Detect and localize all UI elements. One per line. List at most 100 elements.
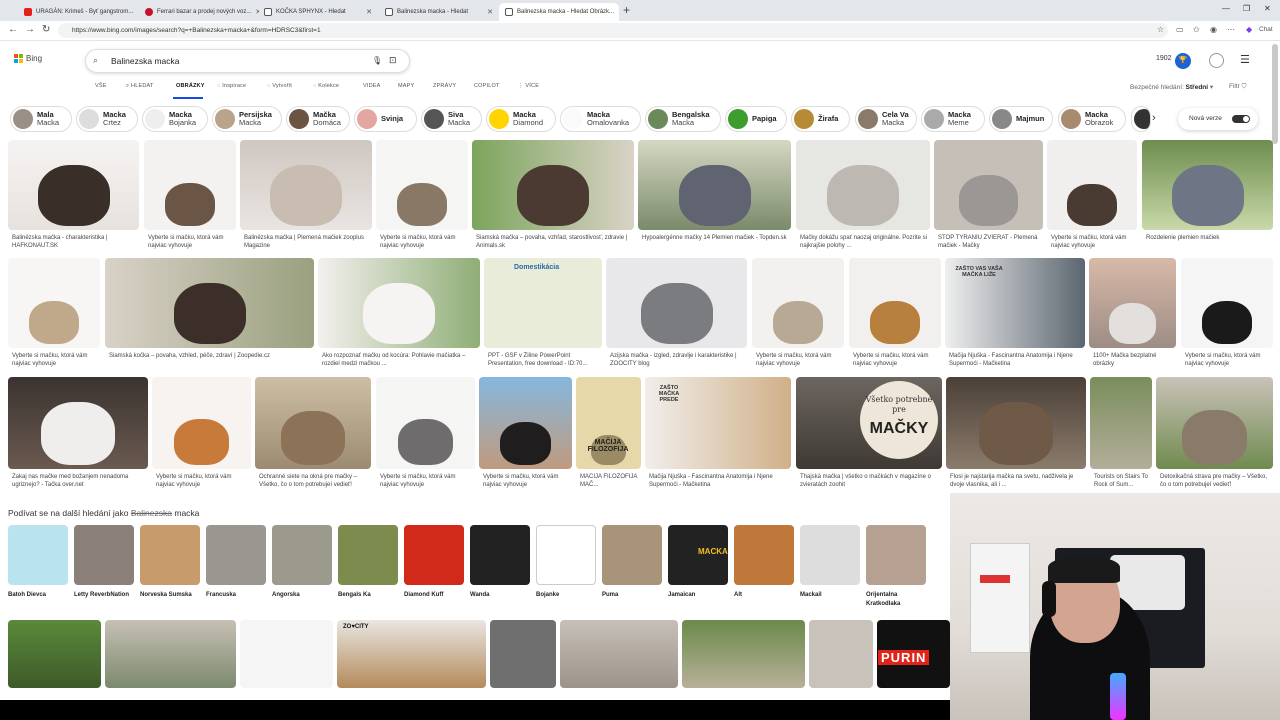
image-result[interactable]: ZO♥CITY xyxy=(606,258,747,278)
tab-maps[interactable]: MAPY xyxy=(398,83,414,89)
chat-button[interactable]: Chat xyxy=(1259,26,1273,33)
related-search-item[interactable]: Wanda xyxy=(470,525,530,600)
image-result[interactable]: Vyberte si mačku, ktorá vám najviac vyho… xyxy=(1181,258,1273,368)
image-result[interactable]: Zakaj nas mačke med božanjem nenadoma ug… xyxy=(8,377,148,489)
related-chip[interactable]: Macka Meme xyxy=(921,106,985,132)
image-result[interactable]: Mačky dokážu spať naozaj originálne. Poz… xyxy=(796,140,930,250)
tab-videos[interactable]: VIDEA xyxy=(363,83,381,89)
chevron-right-icon[interactable]: › xyxy=(1152,112,1156,124)
image-result[interactable]: Tourists on Stairs To Rock of Sum... xyxy=(1090,377,1152,489)
image-result[interactable]: Balinézska mačka | Plemená mačiek zooplu… xyxy=(240,140,372,250)
rewards-count[interactable]: 1902 xyxy=(1156,55,1172,62)
bing-logo[interactable]: Bing xyxy=(14,54,42,63)
image-result[interactable] xyxy=(337,620,486,688)
tab-all[interactable]: VŠE xyxy=(95,83,107,89)
tab-2[interactable]: Ferrari bazar a prodej nových voz... ✕ xyxy=(139,3,259,21)
image-result[interactable]: Vyberte si mačku, ktorá vám najviac vyho… xyxy=(479,377,572,489)
related-chip[interactable]: Mala Macka xyxy=(10,106,72,132)
image-result[interactable]: Balinézska mačka - charakteristika | HAF… xyxy=(8,140,139,250)
safe-search[interactable]: Bezpečné hledání: Střední ▾ xyxy=(1130,83,1213,91)
close-icon[interactable]: ✕ xyxy=(137,8,138,16)
related-chip[interactable]: Siva Macka xyxy=(421,106,482,132)
image-result[interactable]: Siamská kočka – povaha, vzhled, péče, zd… xyxy=(105,258,314,368)
tab-3[interactable]: KOČKA SPHYNX - Hledat ✕ xyxy=(258,3,378,21)
related-chip[interactable]: Mačka Domáca xyxy=(286,106,350,132)
image-result[interactable]: Vyberte si mačku, ktorá vám najviac vyho… xyxy=(752,258,844,368)
split-view-icon[interactable]: ▭ xyxy=(1176,25,1184,34)
tab-4[interactable]: Balinezska macka - Hledat ✕ xyxy=(379,3,499,21)
image-result[interactable]: Vyberte si mačku, ktorá vám najviac vyho… xyxy=(376,140,468,250)
tab-create[interactable]: ◌ Vytvořit xyxy=(267,83,292,89)
image-result[interactable]: Vyberte si mačku, ktorá vám najviac vyho… xyxy=(376,377,475,489)
microphone-icon[interactable]: 🎙 xyxy=(372,56,382,65)
image-result[interactable] xyxy=(240,620,333,688)
related-chip[interactable]: Macka Omalovanka xyxy=(560,106,641,132)
related-search-item[interactable]: Bengals Ka xyxy=(338,525,398,600)
image-result[interactable] xyxy=(490,620,556,688)
related-chip[interactable]: Macka Bojanka xyxy=(142,106,208,132)
related-chip[interactable]: Žirafa xyxy=(791,106,850,132)
favorites-icon[interactable]: ✩ xyxy=(1193,25,1200,34)
image-result[interactable]: Vyberte si mačku, ktorá vám najviac vyho… xyxy=(849,258,941,368)
new-version-toggle[interactable]: Nová verze xyxy=(1178,108,1258,130)
related-search-item[interactable]: Alt xyxy=(734,525,794,600)
related-chip[interactable] xyxy=(1131,106,1151,132)
related-search-item[interactable]: Francuska xyxy=(206,525,266,600)
image-result[interactable]: STOP TYRANIU ZVIERAT - Plemená mačiek - … xyxy=(934,140,1043,250)
back-icon[interactable]: ← xyxy=(8,24,18,35)
related-search-item[interactable]: Jamaican xyxy=(668,525,728,600)
image-result[interactable]: Vyberte si mačku, ktorá vám najviac vyho… xyxy=(144,140,236,250)
image-result[interactable]: Flosi je najstarija mačka na svetu, nadž… xyxy=(946,377,1086,489)
image-result[interactable]: Vyberte si mačku, ktorá vám najviac vyho… xyxy=(1047,140,1137,250)
tab-collections[interactable]: ◌ Kolekce xyxy=(313,83,339,89)
related-chip[interactable]: Macka Diamond xyxy=(486,106,556,132)
related-chip[interactable]: Macka Crtez xyxy=(76,106,138,132)
url-field[interactable]: https://www.bing.com/images/search?q=+Ba… xyxy=(58,23,1168,38)
search-input[interactable]: Balinezska macka xyxy=(111,56,180,66)
image-result[interactable]: ZAŠTO VAS VAŠA MAČKA LIŽE Mačija Njuška -… xyxy=(945,258,1085,368)
image-result[interactable]: Detoxikačná strava pre mačky – Všetko, č… xyxy=(1156,377,1273,489)
related-chip[interactable]: Cela Va Macka xyxy=(855,106,917,132)
maximize-icon[interactable]: ❐ xyxy=(1243,4,1250,13)
related-search-item[interactable]: Mackail xyxy=(800,525,860,600)
menu-icon[interactable]: ☰ xyxy=(1240,53,1250,66)
tab-news[interactable]: ZPRÁVY xyxy=(433,83,456,89)
scrollbar[interactable] xyxy=(1272,44,1278,144)
minimize-icon[interactable]: — xyxy=(1222,4,1230,13)
related-search-item[interactable]: Letty ReverbNation xyxy=(74,525,134,600)
related-search-item[interactable]: Puma xyxy=(602,525,662,600)
more-icon[interactable]: ⋯ xyxy=(1227,25,1235,34)
image-result[interactable] xyxy=(105,620,236,688)
related-search-item[interactable]: Norveska Sumska xyxy=(140,525,200,600)
tab-search[interactable]: ⌕ HLEDAT xyxy=(126,83,154,90)
image-result[interactable] xyxy=(809,620,873,688)
rewards-icon[interactable]: 🏆 xyxy=(1175,53,1191,69)
image-result[interactable] xyxy=(560,620,678,688)
tab-copilot[interactable]: COPILOT xyxy=(474,83,500,89)
image-result[interactable]: Ako rozpoznať mačku od kocúra: Pohlavie … xyxy=(318,258,480,368)
related-chip[interactable]: Papiga xyxy=(725,106,787,132)
image-result[interactable]: Vyberte si mačku, ktorá vám najviac vyho… xyxy=(152,377,251,489)
image-result[interactable] xyxy=(8,620,101,688)
copilot-icon[interactable]: ◆ xyxy=(1246,25,1252,34)
tab-5-active[interactable]: Balinezska macka - Hledat Obrázk...✕ xyxy=(499,3,619,21)
reload-icon[interactable]: ↻ xyxy=(42,24,50,35)
image-result[interactable] xyxy=(682,620,805,688)
filter-button[interactable]: Filtr ⛉ xyxy=(1229,83,1247,91)
related-search-item[interactable]: Orijentalna Kratkodlaka xyxy=(866,525,926,609)
related-search-item[interactable]: Angorska xyxy=(272,525,332,600)
visual-search-icon[interactable]: ⊡ xyxy=(389,55,397,66)
image-result[interactable]: Domestikácia PPT - GSF v Žiline PowerPoin… xyxy=(484,258,602,368)
profile-icon[interactable]: ◉ xyxy=(1210,25,1217,34)
related-chip[interactable]: Bengalska Macka xyxy=(645,106,721,132)
new-tab-button[interactable]: + xyxy=(623,3,630,18)
related-chip[interactable]: Majmun xyxy=(989,106,1053,132)
related-chip[interactable]: Svinja xyxy=(354,106,417,132)
image-result[interactable]: Ochranné siete na okná pre mačky – Všetk… xyxy=(255,377,371,489)
tab-images[interactable]: OBRÁZKY xyxy=(176,83,205,89)
close-icon[interactable]: ✕ xyxy=(487,8,493,16)
image-result[interactable]: Siamská mačka – povaha, vzhľad, starostl… xyxy=(472,140,634,250)
image-result[interactable]: Rozdelenie plemien mačiek xyxy=(1142,140,1273,250)
image-result[interactable]: 1100+ Mačka bezplatné obrázky xyxy=(1089,258,1176,368)
related-search-item[interactable]: Batoh Dievca xyxy=(8,525,68,600)
